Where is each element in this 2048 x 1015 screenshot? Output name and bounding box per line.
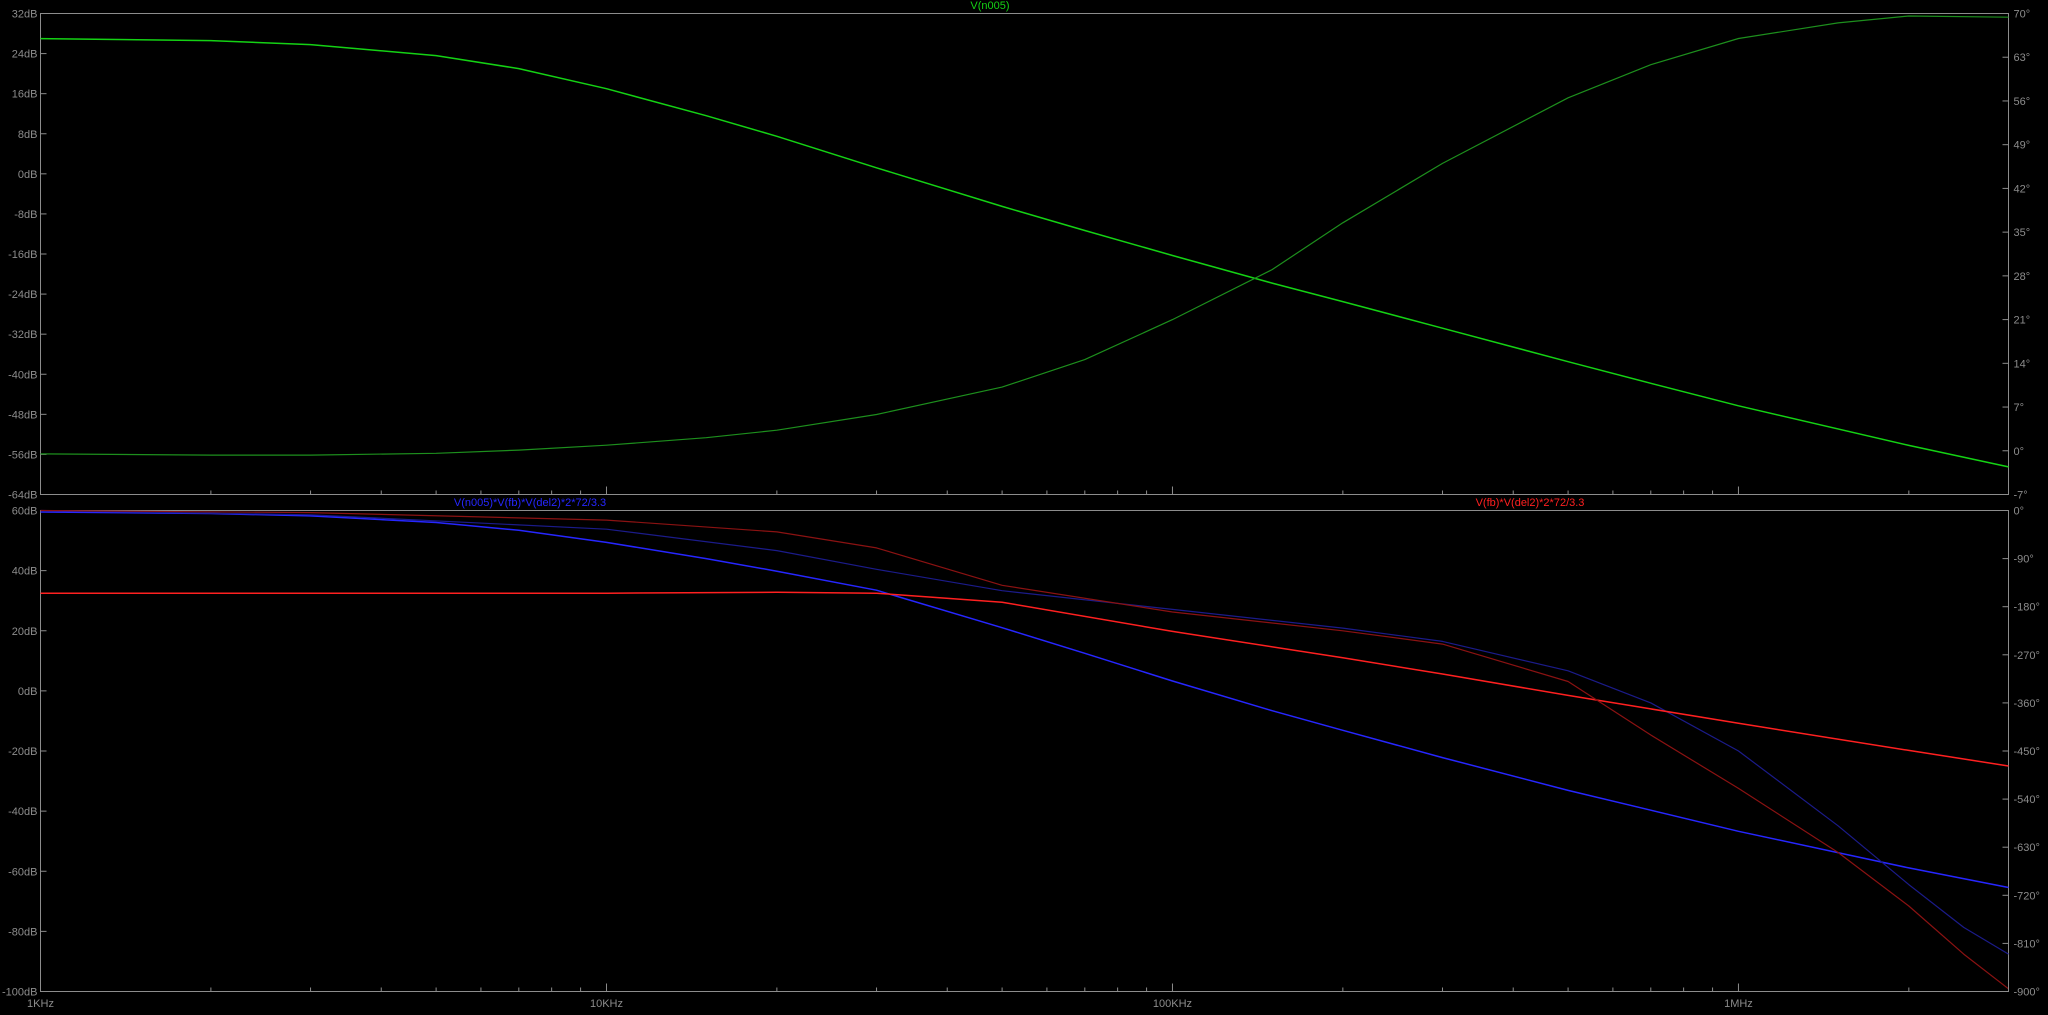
y-left-tick-label: -40dB (8, 806, 37, 818)
trace-label-fb-gain[interactable]: V(fb)*V(del2)*2*72/3.3 (1476, 497, 1585, 509)
y-right-tick-label: 0° (2014, 446, 2025, 458)
y-right-tick-label: 42° (2014, 183, 2031, 195)
y-right-tick-label: -270° (2014, 650, 2040, 662)
y-left-tick-label: -32dB (8, 329, 37, 341)
y-right-tick-label: 35° (2014, 227, 2031, 239)
y-right-tick-label: 0° (2014, 506, 2025, 518)
y-right-tick-label: -540° (2014, 794, 2040, 806)
y-left-tick-label: 24dB (12, 49, 38, 61)
y-left-tick-label: 8dB (18, 129, 38, 141)
x-tick-label: 10KHz (590, 998, 623, 1010)
y-right-tick-label: -450° (2014, 746, 2040, 758)
y-right-tick-label: 70° (2014, 9, 2031, 21)
y-right-tick-label: 14° (2014, 358, 2031, 370)
y-left-tick-label: -60dB (8, 866, 37, 878)
y-left-tick-label: 40dB (12, 566, 38, 578)
y-right-tick-label: -360° (2014, 698, 2040, 710)
trace-label-v-n005[interactable]: V(n005) (970, 0, 1009, 12)
y-right-tick-label: 21° (2014, 315, 2031, 327)
y-left-tick-label: 0dB (18, 686, 38, 698)
y-right-tick-label: -180° (2014, 602, 2040, 614)
y-left-tick-label: 60dB (12, 506, 38, 518)
y-left-tick-label: -56dB (8, 449, 37, 461)
y-left-tick-label: 0dB (18, 169, 38, 181)
x-tick-label: 1KHz (27, 998, 54, 1010)
y-left-tick-label: -64dB (8, 490, 37, 502)
y-right-tick-label: -7° (2014, 490, 2028, 502)
y-left-tick-label: -80dB (8, 926, 37, 938)
y-left-tick-label: 32dB (12, 9, 38, 21)
y-right-tick-label: -90° (2014, 554, 2034, 566)
y-right-tick-label: 7° (2014, 402, 2025, 414)
y-right-tick-label: 63° (2014, 52, 2031, 64)
x-tick-label: 100KHz (1153, 998, 1192, 1010)
y-left-tick-label: 16dB (12, 89, 38, 101)
y-left-tick-label: -8dB (14, 209, 37, 221)
plot-background (0, 0, 2048, 1015)
x-tick-label: 1MHz (1724, 998, 1753, 1010)
y-left-tick-label: 20dB (12, 626, 38, 638)
y-right-tick-label: -810° (2014, 938, 2040, 950)
y-left-tick-label: -24dB (8, 289, 37, 301)
y-left-tick-label: -20dB (8, 746, 37, 758)
y-left-tick-label: -40dB (8, 369, 37, 381)
y-right-tick-label: -900° (2014, 987, 2040, 999)
bode-plot-window[interactable]: V(n005) 32dB 24dB 16dB 8dB 0dB -8dB -16dB -24dB… (0, 0, 2048, 1015)
y-left-tick-label: -100dB (2, 987, 37, 999)
y-left-tick-label: -16dB (8, 249, 37, 261)
y-right-tick-label: -630° (2014, 842, 2040, 854)
y-right-tick-label: 56° (2014, 96, 2031, 108)
y-left-tick-label: -48dB (8, 409, 37, 421)
trace-label-loop-gain[interactable]: V(n005)*V(fb)*V(del2)*2*72/3.3 (454, 497, 606, 509)
y-right-tick-label: -720° (2014, 890, 2040, 902)
y-right-tick-label: 49° (2014, 140, 2031, 152)
y-right-tick-label: 28° (2014, 271, 2031, 283)
